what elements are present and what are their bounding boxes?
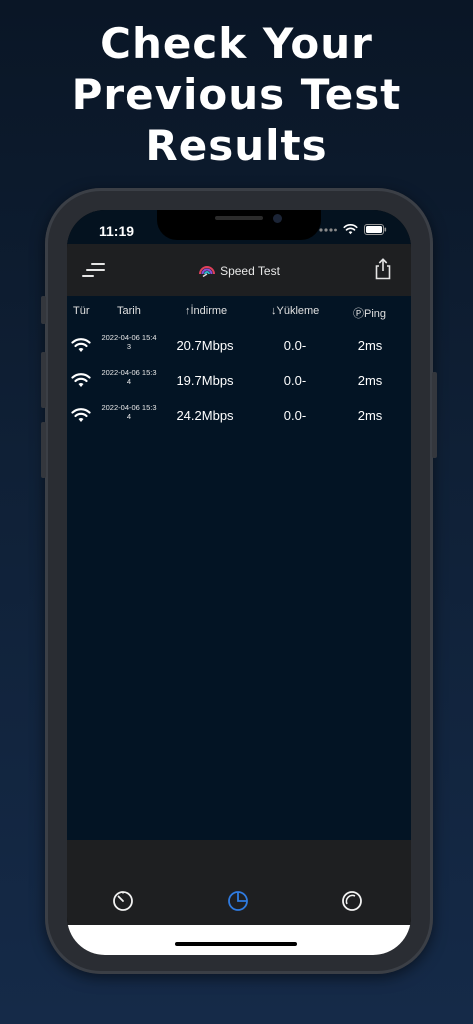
- volume-up-button: [41, 352, 46, 408]
- history-table: Tür Tarih ↑İndirme ↓Yükleme ⓅPing 2022-0…: [67, 296, 411, 840]
- row-date: 2022-04-06 15:3 4: [97, 368, 161, 386]
- table-row[interactable]: 2022-04-06 15:4 3 20.7Mbps 0.0- 2ms: [67, 328, 411, 362]
- header-upload-label: Yükleme: [276, 305, 320, 317]
- power-button: [432, 372, 437, 458]
- header-ping-label: Ping: [364, 308, 387, 320]
- row-ping: 2ms: [357, 408, 383, 423]
- row-upload: 0.0-: [283, 373, 307, 388]
- row-upload: 0.0-: [283, 408, 307, 423]
- history-pie-icon[interactable]: [227, 890, 249, 912]
- mute-switch: [41, 296, 46, 324]
- row-upload: 0.0-: [283, 338, 307, 353]
- wifi-icon: [71, 408, 91, 422]
- headline-line-3: Results: [145, 121, 328, 170]
- app-title-text: Speed Test: [220, 264, 280, 278]
- header-date: Tarih: [117, 305, 141, 317]
- row-date-line-1: 2022-04-06 15:3: [101, 368, 157, 377]
- share-icon[interactable]: [373, 258, 393, 280]
- status-icons: [319, 224, 387, 235]
- ping-icon: Ⓟ: [353, 308, 364, 320]
- row-date-line-2: 4: [126, 412, 132, 421]
- row-ping: 2ms: [357, 338, 383, 353]
- headline-line-1: Check Your: [100, 19, 373, 68]
- phone-screen: 11:19 Speed Test Tür Tarih ↑İndirme ↓Yük…: [67, 210, 411, 955]
- table-header: Tür Tarih ↑İndirme ↓Yükleme ⓅPing: [67, 296, 411, 326]
- header-download-label: İndirme: [190, 305, 228, 317]
- header-ping: ⓅPing: [353, 305, 386, 321]
- front-camera: [273, 214, 282, 223]
- row-ping: 2ms: [357, 373, 383, 388]
- row-download: 20.7Mbps: [176, 338, 234, 353]
- row-date-line-1: 2022-04-06 15:4: [101, 333, 157, 342]
- row-download: 24.2Mbps: [176, 408, 234, 423]
- nav-bar: Speed Test: [67, 244, 411, 296]
- earpiece-speaker: [215, 216, 263, 220]
- row-date-line-2: 3: [126, 342, 132, 351]
- header-download: ↑İndirme: [185, 305, 227, 317]
- app-title: Speed Test: [67, 263, 411, 278]
- row-download: 19.7Mbps: [176, 373, 234, 388]
- promo-headline: Check Your Previous Test Results: [0, 18, 473, 171]
- headline-line-2: Previous Test: [71, 70, 402, 119]
- notch: [157, 210, 321, 240]
- header-upload: ↓Yükleme: [271, 305, 319, 317]
- row-date: 2022-04-06 15:4 3: [97, 333, 161, 351]
- wifi-icon: [71, 338, 91, 352]
- row-date-line-2: 4: [126, 377, 132, 386]
- speedometer-icon[interactable]: [112, 890, 134, 912]
- row-date: 2022-04-06 15:3 4: [97, 403, 161, 421]
- speed-test-logo-icon: [199, 266, 216, 278]
- table-row[interactable]: 2022-04-06 15:3 4 24.2Mbps 0.0- 2ms: [67, 398, 411, 432]
- battery-icon: [364, 224, 387, 235]
- home-indicator-area: [67, 925, 411, 955]
- volume-down-button: [41, 422, 46, 478]
- header-type: Tür: [73, 305, 90, 317]
- row-date-line-1: 2022-04-06 15:3: [101, 403, 157, 412]
- settings-ring-icon[interactable]: [341, 890, 363, 912]
- tab-bar: [67, 840, 411, 925]
- home-indicator[interactable]: [175, 942, 297, 946]
- table-row[interactable]: 2022-04-06 15:3 4 19.7Mbps 0.0- 2ms: [67, 363, 411, 397]
- signal-dots-icon: [319, 227, 337, 232]
- wifi-icon: [71, 373, 91, 387]
- wifi-icon: [343, 224, 358, 235]
- status-time: 11:19: [99, 223, 135, 239]
